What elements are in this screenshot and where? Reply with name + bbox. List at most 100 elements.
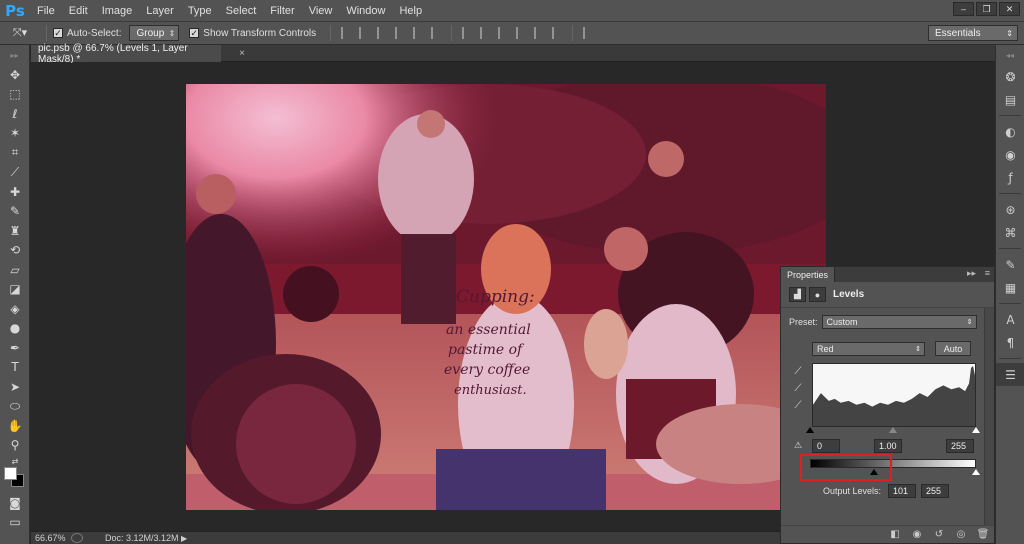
workspace-dropdown[interactable]: Essentials bbox=[928, 25, 1018, 41]
adjustments-panel-icon[interactable]: ◐ bbox=[996, 120, 1024, 143]
channel-dropdown[interactable]: Red bbox=[812, 341, 925, 356]
input-black-field[interactable]: 0 bbox=[812, 439, 840, 453]
dodge-tool-icon[interactable]: ● bbox=[0, 319, 30, 339]
output-white-field[interactable]: 255 bbox=[921, 484, 950, 498]
gray-point-eyedropper-icon[interactable]: ⟋ bbox=[791, 381, 805, 395]
distribute-top-icon[interactable] bbox=[462, 27, 472, 39]
panel-menu-icon[interactable]: ≡ bbox=[985, 268, 990, 278]
clone-stamp-tool-icon[interactable]: ♜ bbox=[0, 221, 30, 241]
menu-help[interactable]: Help bbox=[392, 0, 429, 22]
pen-tool-icon[interactable]: ✒ bbox=[0, 338, 30, 358]
screen-mode-icon[interactable]: ▭ bbox=[0, 513, 30, 533]
layers-panel-icon[interactable]: ▦ bbox=[996, 276, 1024, 299]
document-tab[interactable]: pic.psb @ 66.7% (Levels 1, Layer Mask/8)… bbox=[31, 43, 221, 65]
menu-type[interactable]: Type bbox=[181, 0, 219, 22]
menu-file[interactable]: File bbox=[30, 0, 62, 22]
menu-edit[interactable]: Edit bbox=[62, 0, 95, 22]
input-levels-slider[interactable] bbox=[806, 427, 980, 433]
close-button[interactable]: ✕ bbox=[999, 2, 1020, 16]
fx-styles-panel-icon[interactable]: ƒ bbox=[996, 166, 1024, 189]
align-hcenter-icon[interactable] bbox=[413, 27, 423, 39]
input-white-field[interactable]: 255 bbox=[946, 439, 974, 453]
zoom-tool-icon[interactable]: ⚲ bbox=[0, 436, 30, 456]
distribute-left-icon[interactable] bbox=[516, 27, 526, 39]
align-top-icon[interactable] bbox=[341, 27, 351, 39]
distribute-bottom-icon[interactable] bbox=[498, 27, 508, 39]
properties-scrollbar[interactable] bbox=[984, 308, 994, 525]
status-menu-arrow-icon[interactable]: ▶ bbox=[181, 534, 187, 543]
align-left-icon[interactable] bbox=[395, 27, 405, 39]
distribute-right-icon[interactable] bbox=[552, 27, 562, 39]
properties-tab[interactable]: Properties bbox=[781, 267, 836, 282]
menu-layer[interactable]: Layer bbox=[139, 0, 181, 22]
auto-select-checkbox[interactable]: ✓ bbox=[53, 28, 63, 38]
crop-tool-icon[interactable]: ⌗ bbox=[0, 143, 30, 163]
toolbox-handle[interactable]: ▸▸ bbox=[0, 45, 29, 65]
properties-panel-icon[interactable]: ☰ bbox=[996, 363, 1024, 386]
canvas-area[interactable]: Cupping: an essential pastime of every c… bbox=[31, 63, 826, 530]
distribute-vcenter-icon[interactable] bbox=[480, 27, 490, 39]
color-panel-icon[interactable]: ◉ bbox=[996, 143, 1024, 166]
levels-adjustment-icon[interactable]: ▟ bbox=[789, 287, 806, 302]
close-tab-icon[interactable]: × bbox=[236, 47, 248, 59]
dock-handle[interactable]: ◂◂ bbox=[996, 45, 1024, 65]
distribute-hcenter-icon[interactable] bbox=[534, 27, 544, 39]
type-tool-icon[interactable]: T bbox=[0, 358, 30, 378]
quick-select-tool-icon[interactable]: ✶ bbox=[0, 124, 30, 144]
shape-tool-icon[interactable]: ⬭ bbox=[0, 397, 30, 417]
photoshop-logo[interactable]: Ps bbox=[0, 0, 30, 22]
input-gamma-field[interactable]: 1.00 bbox=[874, 439, 902, 453]
path-select-tool-icon[interactable]: ➤ bbox=[0, 377, 30, 397]
align-right-icon[interactable] bbox=[431, 27, 441, 39]
document-image[interactable]: Cupping: an essential pastime of every c… bbox=[186, 84, 826, 510]
auto-align-icon[interactable] bbox=[583, 27, 593, 39]
history-brush-tool-icon[interactable]: ⟲ bbox=[0, 241, 30, 261]
show-transform-checkbox[interactable]: ✓ bbox=[189, 28, 200, 38]
swap-colors-icon[interactable]: ⇄ bbox=[0, 455, 30, 467]
collapse-panel-icon[interactable]: ▸▸ bbox=[967, 268, 976, 279]
lasso-tool-icon[interactable]: ℓ bbox=[0, 104, 30, 124]
auto-select-dropdown[interactable]: Group bbox=[129, 25, 180, 41]
output-black-field[interactable]: 101 bbox=[888, 484, 917, 498]
clip-to-layer-icon[interactable]: ◧ bbox=[884, 527, 906, 543]
input-black-slider-handle[interactable] bbox=[806, 427, 814, 433]
layer-mask-icon[interactable]: ● bbox=[809, 287, 826, 302]
move-tool-icon[interactable]: ✥ bbox=[0, 65, 30, 85]
view-previous-state-icon[interactable]: ◉ bbox=[906, 527, 928, 543]
paragraph-panel-icon[interactable]: ¶ bbox=[996, 331, 1024, 354]
preset-dropdown[interactable]: Custom bbox=[821, 315, 977, 329]
white-point-eyedropper-icon[interactable]: ⟋ bbox=[791, 398, 805, 412]
status-globe-icon[interactable] bbox=[71, 533, 83, 543]
align-vcenter-icon[interactable] bbox=[359, 27, 369, 39]
3d-panel-icon[interactable]: ❂ bbox=[996, 65, 1024, 88]
reset-icon[interactable]: ↺ bbox=[928, 527, 950, 543]
clipping-warning-icon[interactable]: ⚠ bbox=[791, 439, 805, 453]
histogram-panel-icon[interactable]: ▤ bbox=[996, 88, 1024, 111]
paint-bucket-tool-icon[interactable]: ◪ bbox=[0, 280, 30, 300]
healing-brush-tool-icon[interactable]: ✚ bbox=[0, 182, 30, 202]
paths-panel-icon[interactable]: ⌘ bbox=[996, 221, 1024, 244]
channels-panel-icon[interactable]: ⊛ bbox=[996, 198, 1024, 221]
menu-filter[interactable]: Filter bbox=[263, 0, 301, 22]
brush-tool-icon[interactable]: ✎ bbox=[0, 202, 30, 222]
character-panel-icon[interactable]: A bbox=[996, 308, 1024, 331]
menu-image[interactable]: Image bbox=[95, 0, 140, 22]
zoom-level[interactable]: 66.67% bbox=[31, 533, 66, 543]
delete-trash-icon[interactable]: 🗑 bbox=[972, 527, 994, 543]
move-tool-preset-icon[interactable]: ⤧▾ bbox=[0, 26, 40, 40]
quick-mask-icon[interactable]: ◙ bbox=[0, 493, 30, 513]
input-gamma-slider-handle[interactable] bbox=[889, 427, 897, 433]
align-bottom-icon[interactable] bbox=[377, 27, 387, 39]
brush-panel-icon[interactable]: ✎ bbox=[996, 253, 1024, 276]
menu-window[interactable]: Window bbox=[339, 0, 392, 22]
menu-select[interactable]: Select bbox=[219, 0, 264, 22]
blur-tool-icon[interactable]: ◈ bbox=[0, 299, 30, 319]
minimize-button[interactable]: ‒ bbox=[953, 2, 974, 16]
hand-tool-icon[interactable]: ✋ bbox=[0, 416, 30, 436]
visibility-eye-icon[interactable]: ◎ bbox=[950, 527, 972, 543]
restore-button[interactable]: ❐ bbox=[976, 2, 997, 16]
eyedropper-tool-icon[interactable]: ⟋ bbox=[0, 163, 30, 183]
input-white-slider-handle[interactable] bbox=[972, 427, 980, 433]
marquee-tool-icon[interactable]: ⬚ bbox=[0, 85, 30, 105]
auto-button[interactable]: Auto bbox=[935, 341, 971, 356]
